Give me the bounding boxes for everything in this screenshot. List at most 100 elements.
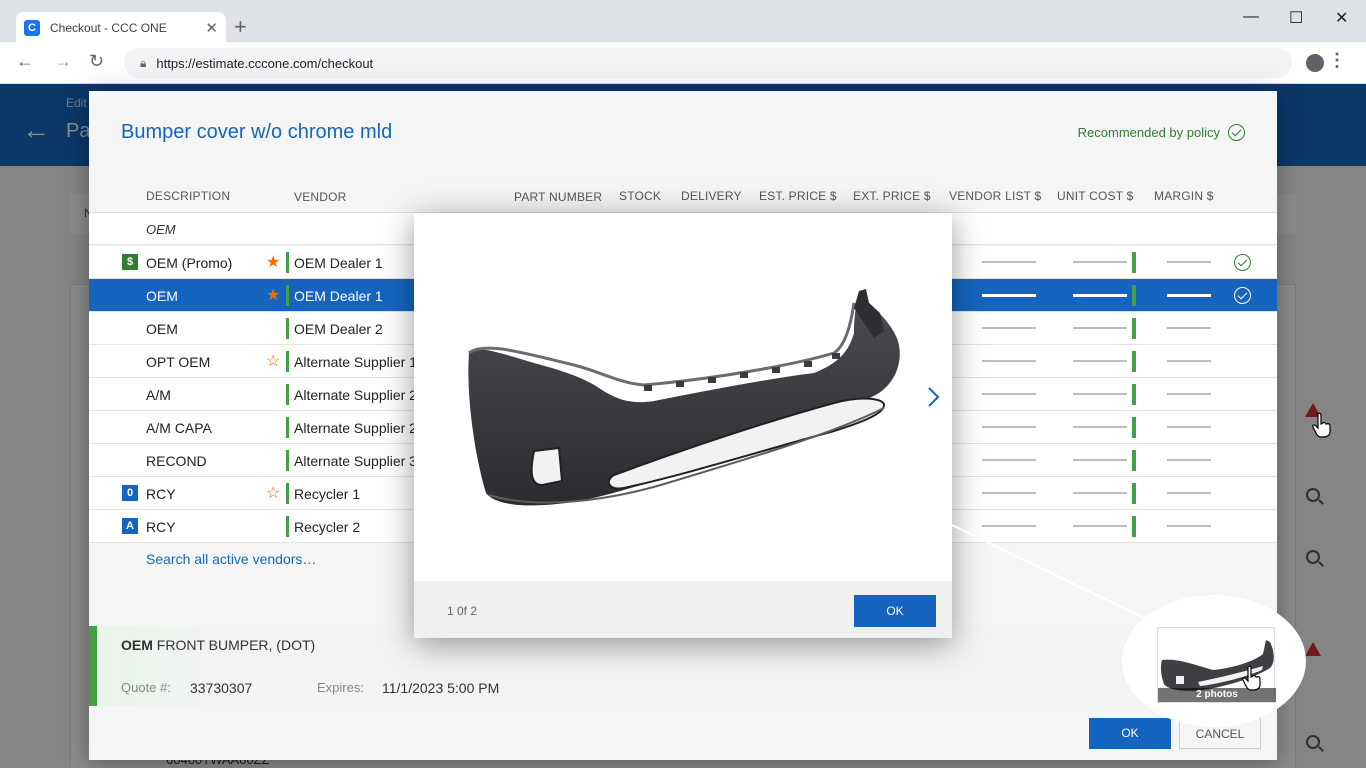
row-description: OEM xyxy=(146,321,178,337)
row-description: OEM (Promo) xyxy=(146,255,233,271)
loading-placeholder xyxy=(1167,492,1211,494)
part-photo xyxy=(414,213,952,581)
unit-cost-marker xyxy=(1132,516,1136,537)
loading-placeholder xyxy=(1073,426,1127,428)
quote-panel: OEM FRONT BUMPER, (DOT) Quote #: 3373030… xyxy=(89,626,1277,706)
unit-cost-marker xyxy=(1132,318,1136,339)
col-part-number[interactable]: PART NUMBER xyxy=(514,190,602,204)
row-badge: A xyxy=(122,518,138,534)
vendor-status-bar xyxy=(286,516,289,537)
unit-cost-marker xyxy=(1132,483,1136,504)
menu-icon[interactable]: ⋮ xyxy=(1328,50,1346,71)
loading-placeholder xyxy=(1073,261,1127,263)
unit-cost-marker xyxy=(1132,450,1136,471)
photo-ok-button[interactable]: OK xyxy=(854,595,936,627)
forward-icon[interactable]: → xyxy=(54,51,72,72)
tab-title: Checkout - CCC ONE xyxy=(50,21,167,35)
photo-footer: 1 0f 2 OK xyxy=(414,581,952,638)
row-vendor: Alternate Supplier 2 xyxy=(294,387,417,403)
hand-cursor-icon xyxy=(1242,665,1261,691)
row-vendor: Recycler 1 xyxy=(294,486,361,502)
row-vendor: OEM Dealer 1 xyxy=(294,288,383,304)
favicon-icon: C xyxy=(24,20,40,36)
row-description: RCY xyxy=(146,486,176,502)
col-ext-price[interactable]: EXT. PRICE $ xyxy=(853,189,931,203)
unit-cost-marker xyxy=(1132,252,1136,273)
policy-label: Recommended by policy xyxy=(1077,125,1220,140)
minimize-icon[interactable]: — xyxy=(1243,8,1259,26)
loading-placeholder xyxy=(1167,261,1211,263)
tab-close-icon[interactable]: ✕ xyxy=(205,19,218,37)
row-description: OPT OEM xyxy=(146,354,211,370)
chevron-right-icon[interactable] xyxy=(926,385,942,409)
col-est-price[interactable]: EST. PRICE $ xyxy=(759,189,837,203)
search-all-vendors-link[interactable]: Search all active vendors… xyxy=(146,551,316,567)
unit-cost-marker xyxy=(1132,285,1136,306)
zoom-callout: 2 photos xyxy=(1122,595,1306,727)
account-icon[interactable] xyxy=(1306,54,1324,72)
loading-placeholder xyxy=(1073,492,1127,494)
quote-description: FRONT BUMPER, (DOT) xyxy=(156,637,316,653)
loading-placeholder xyxy=(1167,459,1211,461)
quote-type: OEM xyxy=(121,637,153,653)
hand-cursor-icon xyxy=(1312,412,1331,438)
star-outline-icon[interactable]: ☆ xyxy=(266,351,280,371)
loading-placeholder xyxy=(982,393,1036,395)
check-circle-icon xyxy=(1234,287,1251,304)
col-description[interactable]: DESCRIPTION xyxy=(146,189,230,203)
back-icon[interactable]: ← xyxy=(16,51,34,72)
row-vendor: Recycler 2 xyxy=(294,519,361,535)
unit-cost-marker xyxy=(1132,417,1136,438)
unit-cost-marker xyxy=(1132,351,1136,372)
reload-icon[interactable]: ↻ xyxy=(89,51,104,72)
browser-tab[interactable]: C Checkout - CCC ONE ✕ xyxy=(16,12,226,44)
lock-icon: 🔒︎ xyxy=(140,55,147,70)
vendor-status-bar xyxy=(286,351,289,372)
col-unit-cost[interactable]: UNIT COST $ xyxy=(1057,189,1133,203)
maximize-icon[interactable]: ☐ xyxy=(1289,8,1303,28)
photo-counter: 1 0f 2 xyxy=(447,604,478,618)
row-description: A/M xyxy=(146,387,171,403)
col-vendor[interactable]: VENDOR xyxy=(294,190,347,204)
star-filled-icon[interactable]: ★ xyxy=(266,252,280,272)
loading-placeholder xyxy=(982,360,1036,362)
star-filled-icon[interactable]: ★ xyxy=(266,285,280,305)
close-window-icon[interactable]: ✕ xyxy=(1335,8,1348,28)
vendor-status-bar xyxy=(286,450,289,471)
vendor-status-bar xyxy=(286,285,289,306)
loading-placeholder xyxy=(1073,393,1127,395)
unit-cost-marker xyxy=(1132,384,1136,405)
row-vendor: OEM Dealer 1 xyxy=(294,255,383,271)
vendor-status-bar xyxy=(286,318,289,339)
row-vendor: Alternate Supplier 2 xyxy=(294,420,417,436)
row-description: OEM xyxy=(146,288,178,304)
loading-placeholder xyxy=(1167,360,1211,362)
check-circle-icon xyxy=(1228,124,1245,141)
vendor-status-bar xyxy=(286,252,289,273)
col-margin[interactable]: MARGIN $ xyxy=(1154,189,1214,203)
col-stock[interactable]: STOCK xyxy=(619,189,661,203)
loading-placeholder xyxy=(1167,294,1211,297)
col-vendor-list[interactable]: VENDOR LIST $ xyxy=(949,189,1041,203)
col-delivery[interactable]: DELIVERY xyxy=(681,189,742,203)
address-bar[interactable]: 🔒︎ https://estimate.cccone.com/checkout xyxy=(124,48,1292,78)
loading-placeholder xyxy=(1073,459,1127,461)
quote-number: 33730307 xyxy=(190,680,253,696)
loading-placeholder xyxy=(982,426,1036,428)
loading-placeholder xyxy=(1167,327,1211,329)
loading-placeholder xyxy=(1073,294,1127,297)
browser-toolbar: ← → ↻ 🔒︎ https://estimate.cccone.com/che… xyxy=(0,42,1366,84)
dialog-ok-button[interactable]: OK xyxy=(1089,718,1171,749)
url-text: https://estimate.cccone.com/checkout xyxy=(156,55,374,71)
row-badge: 0 xyxy=(122,485,138,501)
check-circle-icon xyxy=(1234,254,1251,271)
row-vendor: Alternate Supplier 3 xyxy=(294,453,417,469)
dialog-title: Bumper cover w/o chrome mld xyxy=(121,121,393,143)
policy-badge: Recommended by policy xyxy=(1078,124,1245,141)
loading-placeholder xyxy=(1167,393,1211,395)
row-description: RCY xyxy=(146,519,176,535)
star-outline-icon[interactable]: ☆ xyxy=(266,483,280,503)
new-tab-icon[interactable]: + xyxy=(234,14,247,40)
loading-placeholder xyxy=(1073,525,1127,527)
loading-placeholder xyxy=(982,294,1036,297)
